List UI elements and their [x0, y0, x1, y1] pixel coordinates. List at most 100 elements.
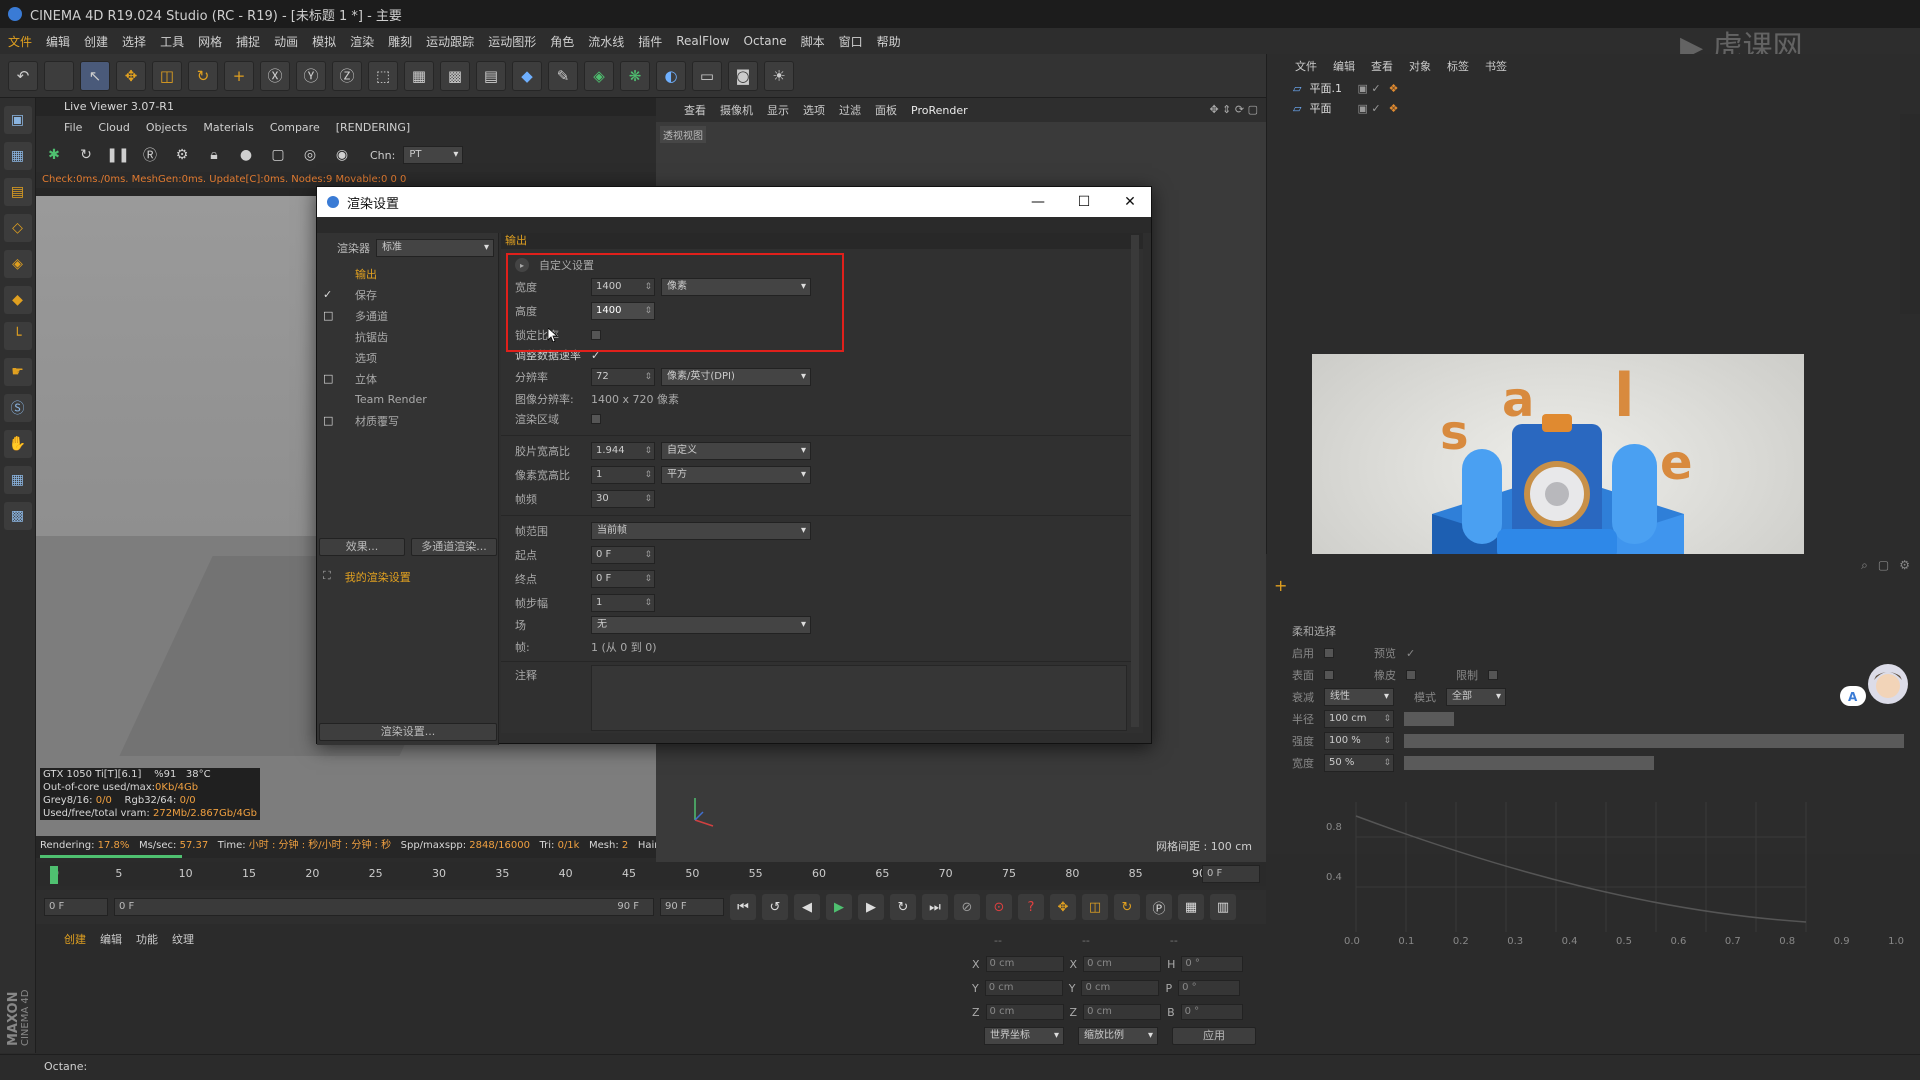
- lv-menu-item-2[interactable]: Objects: [146, 121, 188, 134]
- menu-item-3[interactable]: 选择: [122, 33, 146, 50]
- pixel-aspect-dropdown[interactable]: 平方: [661, 466, 811, 484]
- attr-row-surface[interactable]: 表面 橡皮 限制: [1266, 664, 1920, 686]
- menu-item-13[interactable]: 角色: [550, 33, 574, 50]
- falloff-curve[interactable]: [1306, 792, 1906, 952]
- undo-icon[interactable]: ↶: [8, 60, 38, 91]
- record-keys-icon[interactable]: ⊘: [954, 894, 980, 920]
- expand-icon[interactable]: ⛶: [323, 569, 331, 585]
- rotation-field[interactable]: 0 °: [1180, 1004, 1243, 1020]
- menu-item-4[interactable]: 工具: [160, 33, 184, 50]
- sculpt-icon[interactable]: ✋: [3, 430, 32, 458]
- om-menu-item-1[interactable]: 编辑: [1333, 58, 1355, 74]
- film-aspect-input[interactable]: 1.944: [591, 442, 655, 460]
- rotation-key-icon[interactable]: ↻: [1114, 894, 1140, 920]
- model-mode-icon[interactable]: ▣: [3, 106, 32, 134]
- pause-icon[interactable]: ❚❚: [106, 143, 130, 167]
- size-field[interactable]: 0 cm: [1083, 956, 1162, 972]
- lv-menu-item-0[interactable]: File: [64, 121, 82, 134]
- attr-row-radius[interactable]: 半径 100 cm: [1266, 708, 1920, 730]
- position-field[interactable]: 0 cm: [985, 956, 1064, 972]
- attr-row-falloff[interactable]: 衰减线性 模式全部: [1266, 686, 1920, 708]
- workplane-icon[interactable]: ▤: [3, 178, 32, 206]
- light-icon[interactable]: ☀: [764, 60, 794, 91]
- menu-item-17[interactable]: Octane: [744, 34, 787, 48]
- pick-material-icon[interactable]: ◉: [330, 143, 354, 167]
- restart-icon[interactable]: ↻: [74, 143, 98, 167]
- scale-tool-icon[interactable]: ◫: [152, 60, 182, 91]
- frame-range-dropdown[interactable]: 当前帧: [591, 522, 811, 540]
- settings-icon[interactable]: ⚙: [1899, 558, 1910, 572]
- viewport-menu-item-3[interactable]: 选项: [803, 102, 825, 118]
- render-region-checkbox[interactable]: [591, 414, 601, 424]
- viewport-menu-item-6[interactable]: ProRender: [911, 104, 968, 117]
- search-icon[interactable]: ⌕: [1861, 558, 1868, 573]
- tweak-icon[interactable]: ☛: [3, 358, 32, 386]
- nav-item[interactable]: ✓ 保存: [317, 284, 498, 305]
- material-menu-item-0[interactable]: 创建: [64, 931, 86, 947]
- lv-menu-item-3[interactable]: Materials: [203, 121, 253, 134]
- rotation-field[interactable]: 0 °: [1181, 956, 1244, 972]
- material-menu-item-1[interactable]: 编辑: [100, 931, 122, 947]
- tag-icon[interactable]: ❖: [1389, 82, 1399, 95]
- end-frame-field[interactable]: 90 F: [660, 898, 724, 916]
- attr-row-enable[interactable]: 启用 预览 ✓: [1266, 642, 1920, 664]
- visibility-icon[interactable]: ▣ ✓: [1357, 82, 1380, 95]
- z-axis-icon[interactable]: Ⓩ: [332, 60, 362, 91]
- pixel-aspect-input[interactable]: 1: [591, 466, 655, 484]
- field-dropdown[interactable]: 无: [591, 616, 811, 634]
- polygons-mode-icon[interactable]: ◆: [3, 286, 32, 314]
- autokey-icon[interactable]: ⊙: [986, 894, 1012, 920]
- lock-icon[interactable]: ▢: [1878, 558, 1889, 572]
- rotation-field[interactable]: 0 °: [1178, 980, 1241, 996]
- om-menu-item-2[interactable]: 查看: [1371, 58, 1393, 74]
- next-frame-icon[interactable]: ▶: [858, 894, 884, 920]
- render-view-icon[interactable]: ▦: [404, 60, 434, 91]
- go-to-start-icon[interactable]: ⏮: [730, 894, 756, 920]
- viewport-menu-item-1[interactable]: 摄像机: [720, 102, 753, 118]
- maximize-icon[interactable]: ☐: [1061, 187, 1107, 217]
- nav-checkbox[interactable]: □: [323, 414, 337, 427]
- fps-input[interactable]: 30: [591, 490, 655, 508]
- subdivision-icon[interactable]: ◈: [584, 60, 614, 91]
- position-key-icon[interactable]: ✥: [1050, 894, 1076, 920]
- texture-mode-icon[interactable]: ▦: [3, 142, 32, 170]
- camera-icon[interactable]: ◙: [728, 60, 758, 91]
- effects-button[interactable]: 效果...: [319, 538, 405, 556]
- menu-item-5[interactable]: 网格: [198, 33, 222, 50]
- viewport-nav-icons[interactable]: ✥ ⇕ ⟳ ▢: [1209, 103, 1258, 116]
- close-icon[interactable]: ✕: [1107, 187, 1153, 217]
- redo-icon[interactable]: [44, 60, 74, 91]
- start-input[interactable]: 0 F: [591, 546, 655, 564]
- resolution-unit-dropdown[interactable]: 像素/英寸(DPI): [661, 368, 811, 386]
- size-field[interactable]: 0 cm: [1081, 980, 1160, 996]
- prev-key-icon[interactable]: ↺: [762, 894, 788, 920]
- attr-row-strength[interactable]: 强度 100 %: [1266, 730, 1920, 752]
- lv-menu-item-5[interactable]: [RENDERING]: [336, 121, 410, 134]
- side-tabs[interactable]: [1900, 114, 1920, 314]
- viewport-menu-item-2[interactable]: 显示: [767, 102, 789, 118]
- notes-textarea[interactable]: [591, 665, 1127, 731]
- tag-icon[interactable]: ❖: [1389, 102, 1399, 115]
- nav-checkbox[interactable]: ✓: [323, 288, 337, 301]
- film-aspect-dropdown[interactable]: 自定义: [661, 442, 811, 460]
- attr-row-width[interactable]: 宽度 50 %: [1266, 752, 1920, 774]
- scale-key-icon[interactable]: ◫: [1082, 894, 1108, 920]
- menu-item-8[interactable]: 模拟: [312, 33, 336, 50]
- menu-item-19[interactable]: 窗口: [839, 33, 863, 50]
- lock-icon[interactable]: 🔒︎: [202, 143, 226, 167]
- render-settings-button[interactable]: 渲染设置...: [319, 723, 497, 741]
- nav-item[interactable]: 输出: [317, 263, 498, 284]
- om-menu-item-0[interactable]: 文件: [1295, 58, 1317, 74]
- position-field[interactable]: 0 cm: [985, 1004, 1064, 1020]
- reset-icon[interactable]: Ⓡ: [138, 143, 162, 167]
- grid-icon[interactable]: ▦: [3, 466, 32, 494]
- step-input[interactable]: 1: [591, 594, 655, 612]
- multipass-render-button[interactable]: 多通道渲染...: [411, 538, 497, 556]
- menu-item-12[interactable]: 运动图形: [488, 33, 536, 50]
- visibility-icon[interactable]: ▣ ✓: [1357, 102, 1380, 115]
- current-frame-field[interactable]: 0 F: [1202, 865, 1260, 883]
- viewport-menu-item-5[interactable]: 面板: [875, 102, 897, 118]
- menu-item-11[interactable]: 运动跟踪: [426, 33, 474, 50]
- edges-mode-icon[interactable]: ◈: [3, 250, 32, 278]
- floor-icon[interactable]: ▭: [692, 60, 722, 91]
